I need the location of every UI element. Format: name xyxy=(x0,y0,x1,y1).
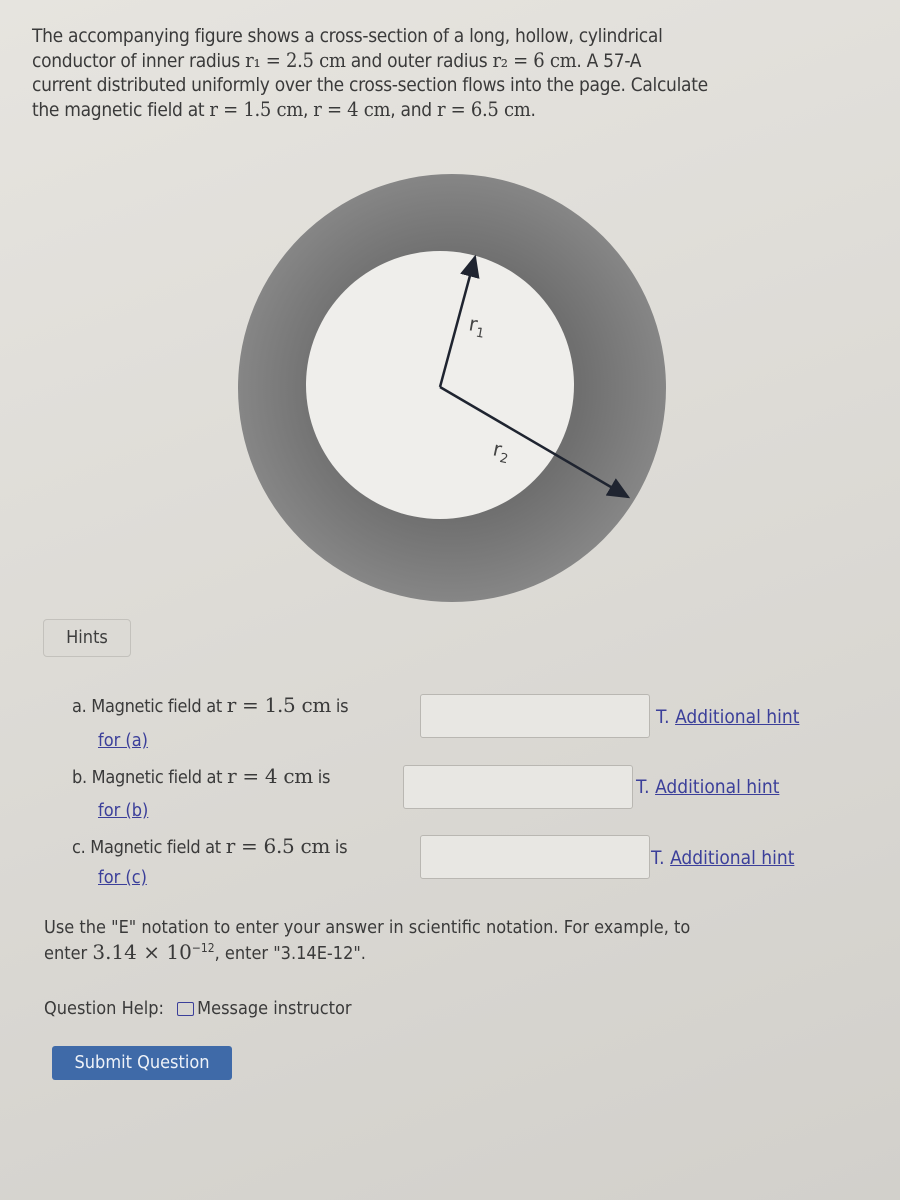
cylinder-cross-section-figure: r1 r2 xyxy=(238,174,666,602)
hints-button[interactable]: Hints xyxy=(43,619,131,657)
additional-hint-link-c[interactable]: Additional hint xyxy=(670,847,794,869)
message-instructor-link[interactable]: Message instructor xyxy=(197,998,351,1019)
unit-label: T. xyxy=(651,847,665,869)
text: c. Magnetic field at xyxy=(72,837,226,858)
scientific-notation-note: Use the "E" notation to enter your answe… xyxy=(44,918,824,964)
hint-row-b: T. Additional hint xyxy=(636,776,779,798)
text: enter xyxy=(44,943,93,964)
text: is xyxy=(331,696,349,717)
text: a. Magnetic field at xyxy=(72,696,227,717)
text: the magnetic field at xyxy=(32,99,210,121)
question-help-label: Question Help: xyxy=(44,998,164,1019)
problem-line: The accompanying figure shows a cross-se… xyxy=(32,25,663,47)
answer-input-c[interactable] xyxy=(420,835,650,879)
unit-label: T. xyxy=(656,706,670,728)
r-a-expr: r = 1.5 cm xyxy=(209,97,303,121)
hint-for-b-link[interactable]: for (b) xyxy=(98,800,148,821)
math-expr: r = 4 cm xyxy=(227,764,313,788)
additional-hint-link-a[interactable]: Additional hint xyxy=(675,706,799,728)
outer-radius-expr: r₂ = 6 cm xyxy=(492,48,577,72)
text: is xyxy=(312,767,331,788)
text: . A 57-A xyxy=(576,50,642,72)
example-exponent: −12 xyxy=(191,941,215,955)
text: , and xyxy=(390,99,437,121)
text: , enter "3.14E-12". xyxy=(214,943,366,964)
math-expr: r = 6.5 cm xyxy=(225,834,331,858)
example-base: 3.14 × 10 xyxy=(92,940,192,964)
submit-question-button[interactable]: Submit Question xyxy=(52,1046,232,1080)
question-a-label: a. Magnetic field at r = 1.5 cm is xyxy=(72,693,349,717)
text: . xyxy=(530,99,536,121)
hint-row-c: T. Additional hint xyxy=(651,847,794,869)
r-c-expr: r = 6.5 cm xyxy=(436,97,531,121)
note-line: enter 3.14 × 10−12, enter "3.14E-12". xyxy=(44,938,824,964)
question-c-label: c. Magnetic field at r = 6.5 cm is xyxy=(72,834,348,858)
inner-radius-expr: r₁ = 2.5 cm xyxy=(245,48,346,72)
r-b-expr: r = 4 cm xyxy=(313,97,391,121)
question-help: Question Help: Message instructor xyxy=(44,998,352,1019)
text: conductor of inner radius xyxy=(32,50,246,72)
text: b. Magnetic field at xyxy=(72,767,228,788)
hint-row-a: T. Additional hint xyxy=(656,706,799,728)
answer-input-b[interactable] xyxy=(403,765,633,809)
note-line: Use the "E" notation to enter your answe… xyxy=(44,917,691,938)
text: , xyxy=(303,99,314,121)
text: is xyxy=(330,837,348,858)
problem-line: conductor of inner radius r₁ = 2.5 cm an… xyxy=(32,48,872,73)
additional-hint-link-b[interactable]: Additional hint xyxy=(655,776,779,798)
text: and outer radius xyxy=(345,50,493,72)
answer-input-a[interactable] xyxy=(420,694,650,738)
envelope-icon xyxy=(177,1002,195,1016)
question-b-label: b. Magnetic field at r = 4 cm is xyxy=(72,764,330,788)
problem-line: the magnetic field at r = 1.5 cm, r = 4 … xyxy=(32,97,872,122)
unit-label: T. xyxy=(636,776,650,798)
math-expr: r = 1.5 cm xyxy=(226,693,332,717)
hint-for-c-link[interactable]: for (c) xyxy=(98,867,147,888)
problem-statement: The accompanying figure shows a cross-se… xyxy=(32,24,872,122)
problem-line: current distributed uniformly over the c… xyxy=(32,74,708,96)
hint-for-a-link[interactable]: for (a) xyxy=(98,730,148,751)
